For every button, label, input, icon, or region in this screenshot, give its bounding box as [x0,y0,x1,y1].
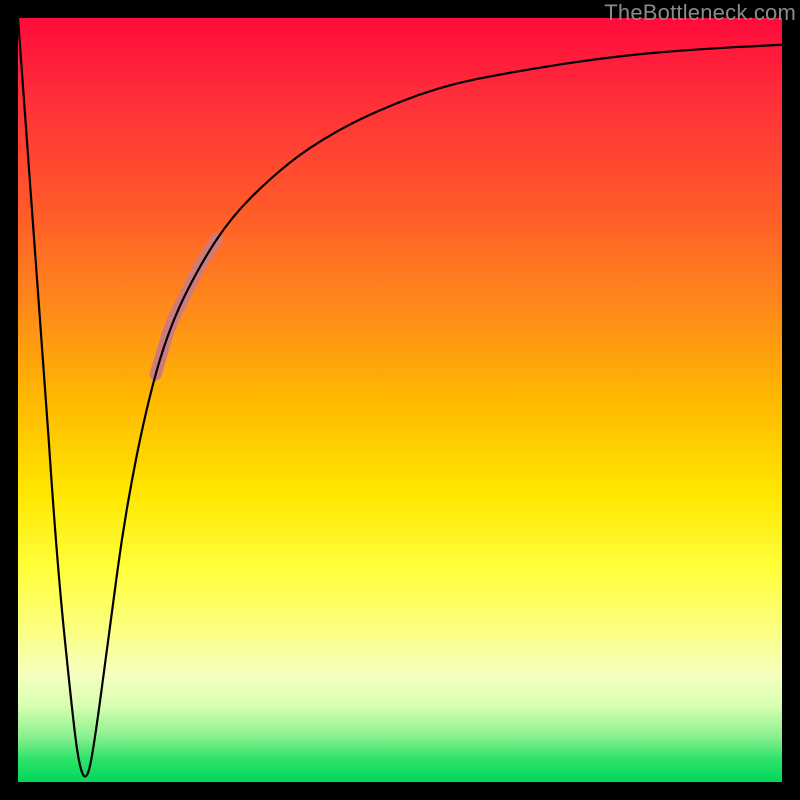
bottleneck-curve [18,18,782,777]
chart-frame: TheBottleneck.com [0,0,800,800]
watermark-text: TheBottleneck.com [604,0,796,26]
highlight-segment [156,240,217,375]
plot-area [18,18,782,782]
curve-svg [18,18,782,782]
